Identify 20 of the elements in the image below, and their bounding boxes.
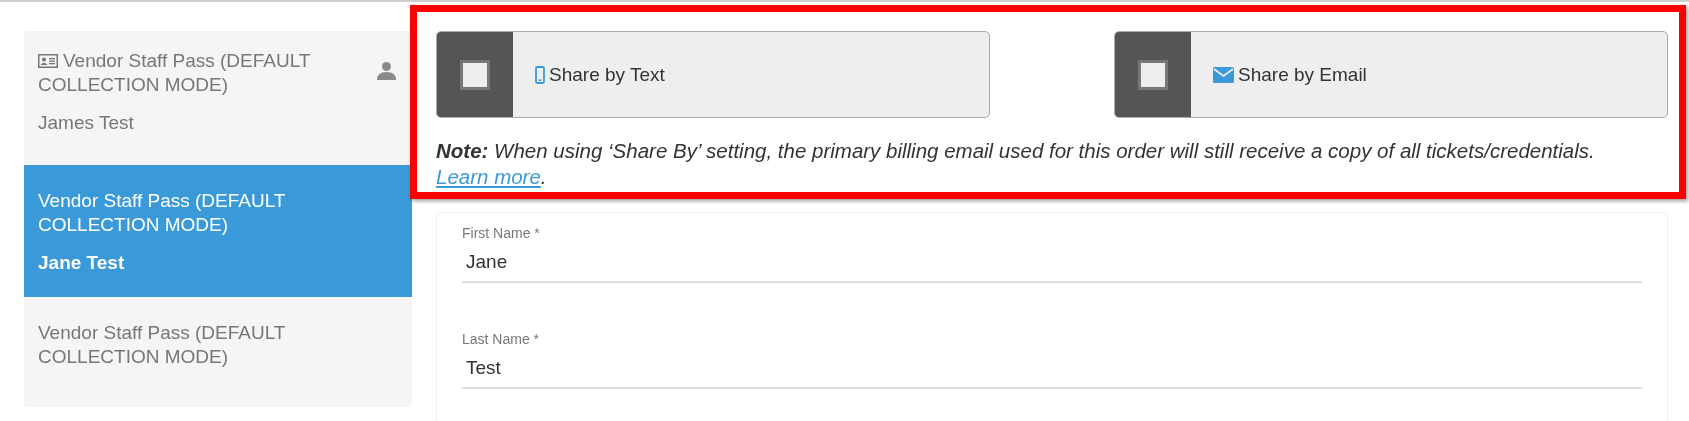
id-card-icon (38, 54, 58, 68)
attendee-name: Jane Test (38, 252, 126, 274)
sidebar-item[interactable]: Vendor Staff Pass (DEFAULT COLLECTION MODE) James Test (24, 31, 412, 165)
pass-title: Vendor Staff Pass (DEFAULT COLLECTION MODE) (38, 49, 312, 97)
phone-icon (535, 65, 545, 84)
field-label: Last Name * (462, 331, 541, 347)
field-label: First Name * (462, 225, 541, 241)
envelope-icon (1213, 66, 1234, 83)
share-option-button[interactable]: Share by Text (436, 31, 990, 118)
input-field[interactable]: Test (462, 347, 1642, 389)
pass-title: Vendor Staff Pass (DEFAULT COLLECTION MODE) (38, 321, 287, 369)
note-text: Note: When using ‘Share By’ setting, the primary billing email used for this order will still receive a copy of all tickets/credentials. Learn more. (436, 138, 1596, 190)
checkbox[interactable] (1138, 59, 1168, 90)
share-option-button[interactable]: Share by Email (1114, 31, 1668, 118)
checkbox[interactable] (460, 59, 490, 90)
person-icon (377, 61, 396, 80)
pass-title: Vendor Staff Pass (DEFAULT COLLECTION MODE) (38, 189, 287, 237)
input-field[interactable]: Jane (462, 241, 1642, 283)
sidebar-item[interactable]: Vendor Staff Pass (DEFAULT COLLECTION MODE) (24, 297, 412, 407)
attendee-name: James Test (38, 112, 135, 134)
